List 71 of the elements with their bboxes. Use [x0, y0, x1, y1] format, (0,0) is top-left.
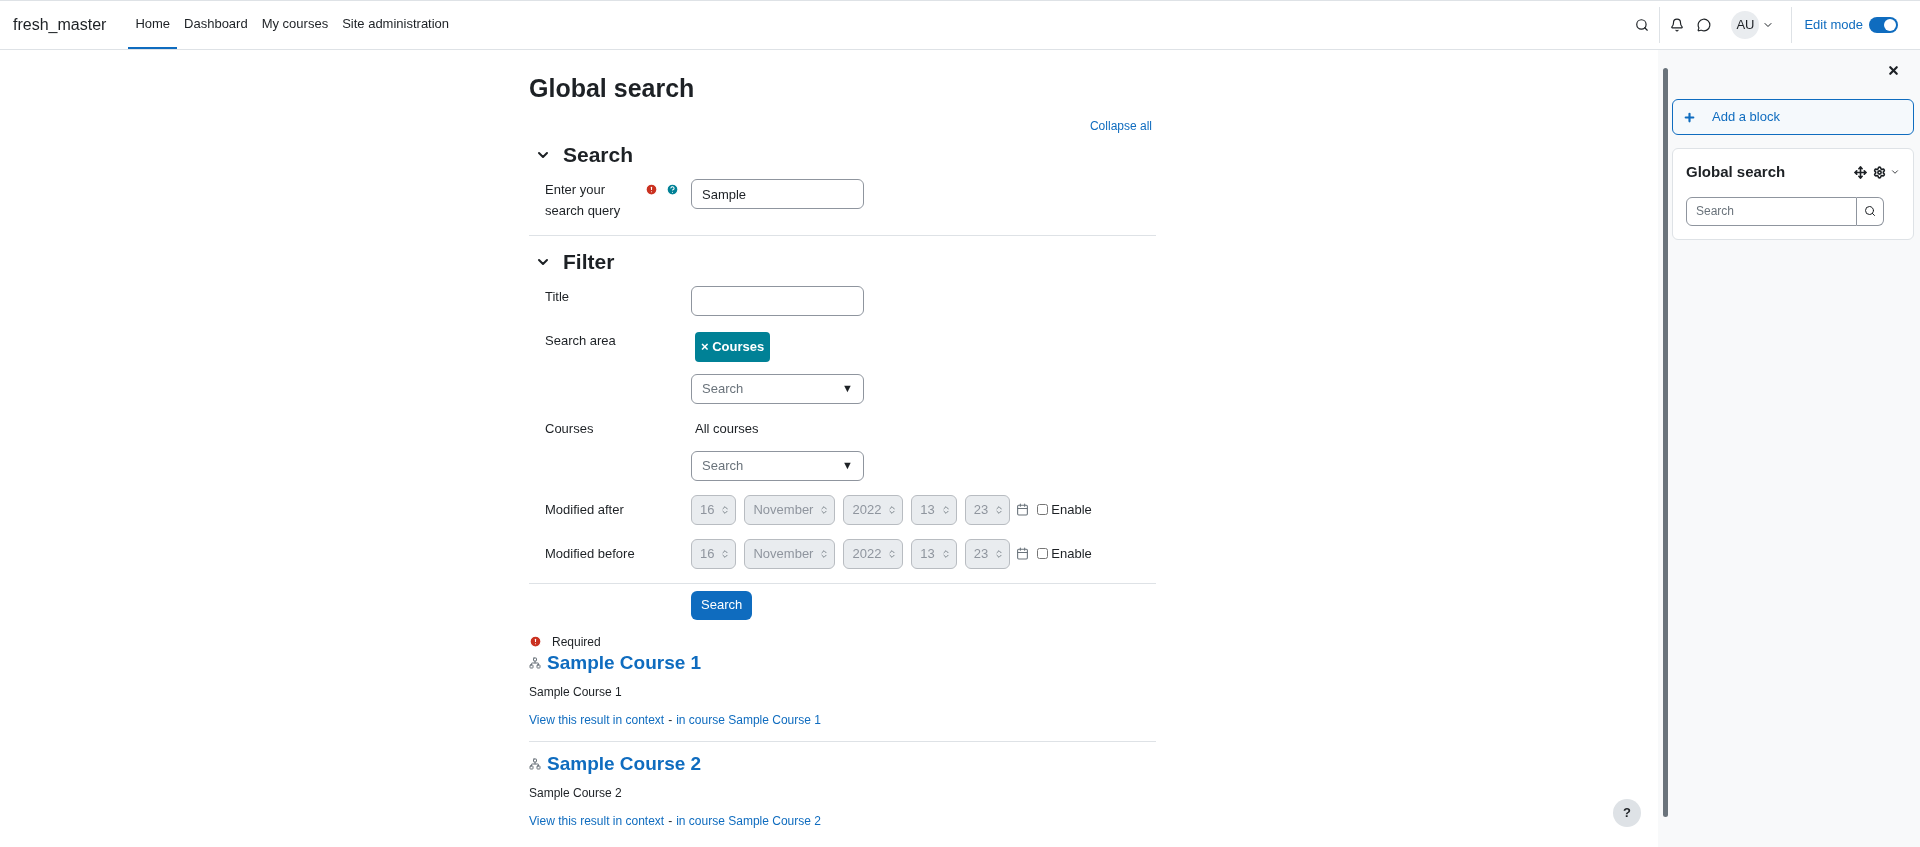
- message-icon[interactable]: [1697, 18, 1712, 32]
- spinner-icon: [940, 504, 951, 515]
- field-label: Title: [545, 288, 571, 306]
- help-icon[interactable]: [666, 183, 679, 196]
- nav-link[interactable]: Site administration: [335, 1, 457, 49]
- spinner-icon: [720, 504, 731, 515]
- site-name[interactable]: fresh_master: [13, 13, 107, 37]
- spinner-icon: [887, 548, 898, 559]
- field-label: Search area: [545, 332, 617, 350]
- text-field[interactable]: Sample: [691, 179, 864, 209]
- course-link[interactable]: in course Sample Course 1: [676, 710, 821, 729]
- context-link[interactable]: View this result in context: [529, 811, 665, 830]
- required-icon: [529, 635, 542, 648]
- field-label: Modified after: [545, 501, 625, 519]
- dropdown-search-field[interactable]: Search ▼: [691, 450, 864, 481]
- spinner-icon: [940, 548, 951, 559]
- plus-icon: [1683, 110, 1696, 124]
- result-title-link[interactable]: Sample Course 2: [547, 751, 702, 776]
- text-field[interactable]: [691, 286, 864, 316]
- caret-icon: ▼: [842, 457, 853, 474]
- block-title: Global search: [1686, 162, 1786, 182]
- enable-checkbox[interactable]: [1037, 548, 1049, 559]
- nav-link[interactable]: Dashboard: [177, 1, 255, 49]
- field-label: Enter your search query: [545, 181, 622, 220]
- page-title: Global search: [529, 73, 696, 103]
- help-button[interactable]: ?: [1613, 799, 1641, 827]
- block-search-field[interactable]: Search: [1686, 196, 1857, 226]
- edit-mode-switch[interactable]: [1869, 17, 1898, 33]
- context-link[interactable]: View this result in context: [529, 710, 665, 729]
- enable-label: Enable: [1051, 544, 1092, 563]
- search-button[interactable]: Search: [691, 590, 753, 620]
- spinner-icon: [994, 548, 1005, 559]
- course-icon: [529, 757, 541, 770]
- enable-label: Enable: [1051, 500, 1092, 519]
- nav-link[interactable]: Home: [128, 1, 178, 49]
- separator-text: -: [668, 812, 673, 830]
- settings-icon[interactable]: [1873, 165, 1886, 179]
- separator-text: -: [668, 711, 673, 729]
- calendar-icon[interactable]: [1016, 547, 1030, 560]
- add-block-button[interactable]: Add a block: [1672, 99, 1914, 135]
- field-label: Courses: [545, 419, 595, 438]
- course-link[interactable]: in course Sample Course 2: [676, 811, 821, 830]
- result-title-link[interactable]: Sample Course 1: [547, 650, 702, 675]
- course-icon: [529, 656, 541, 669]
- enable-checkbox[interactable]: [1037, 504, 1049, 515]
- spinner-icon: [887, 504, 898, 515]
- field-label: Modified before: [545, 545, 636, 563]
- selected-tag[interactable]: × Courses: [695, 332, 771, 362]
- result-description: Sample Course 2: [529, 784, 623, 802]
- edit-mode-label: Edit mode: [1804, 16, 1863, 35]
- search-icon[interactable]: [1857, 196, 1884, 226]
- search-icon[interactable]: [1635, 18, 1650, 32]
- spinner-icon: [994, 504, 1005, 515]
- required-icon: [645, 183, 658, 196]
- user-avatar[interactable]: AU: [1731, 11, 1760, 39]
- caret-icon: ▼: [842, 380, 853, 397]
- notification-icon[interactable]: [1670, 18, 1685, 32]
- required-note: Required: [552, 633, 601, 651]
- close-icon[interactable]: [1887, 64, 1900, 77]
- spinner-icon: [819, 548, 830, 559]
- section-heading[interactable]: Search: [563, 141, 634, 169]
- nav-link[interactable]: My courses: [254, 1, 336, 49]
- calendar-icon[interactable]: [1016, 503, 1030, 516]
- spinner-icon: [819, 504, 830, 515]
- move-icon[interactable]: [1854, 165, 1867, 179]
- section-heading[interactable]: Filter: [563, 248, 615, 276]
- spinner-icon: [720, 548, 731, 559]
- selection-text: All courses: [695, 419, 760, 438]
- collapse-all-link[interactable]: Collapse all: [1089, 117, 1152, 135]
- result-description: Sample Course 1: [529, 683, 623, 701]
- dropdown-search-field[interactable]: Search ▼: [691, 373, 864, 404]
